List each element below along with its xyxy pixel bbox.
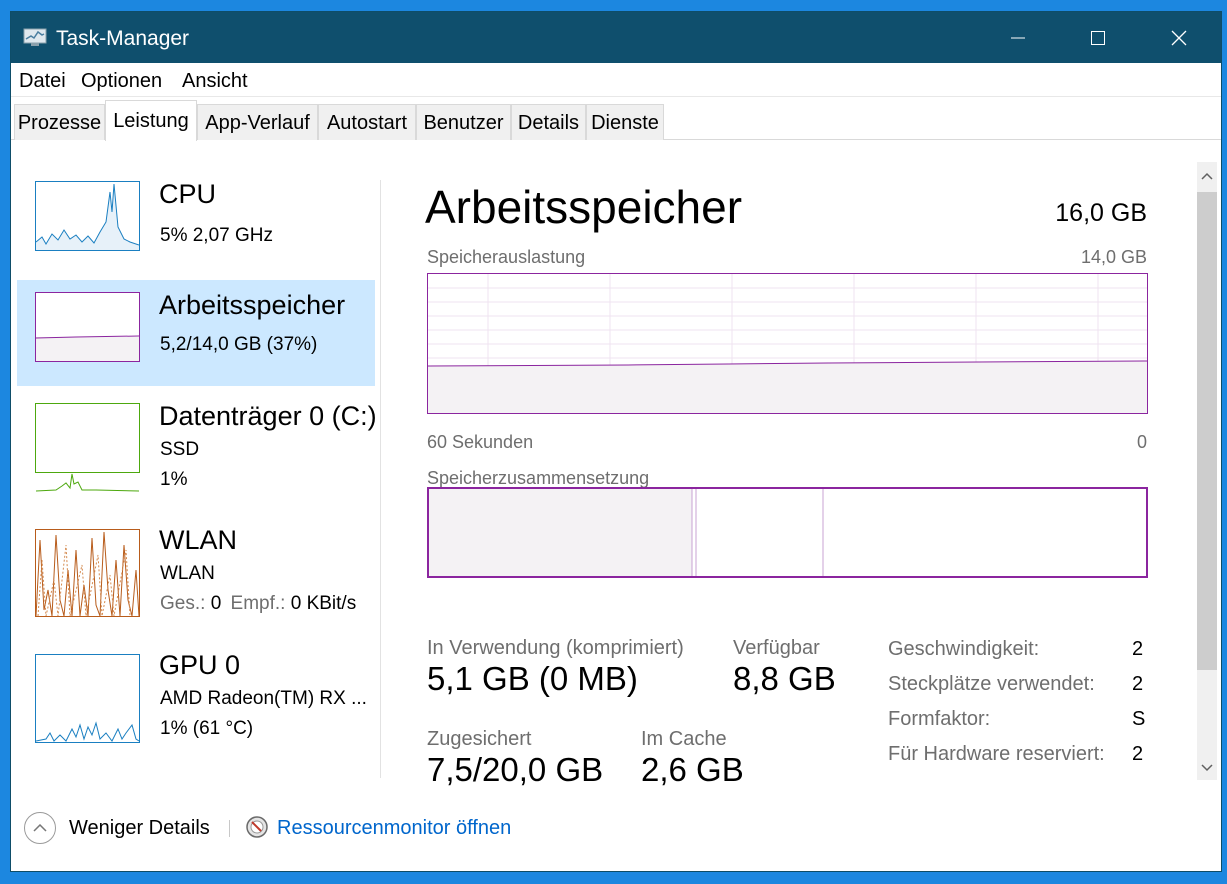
gpu-thumbnail-graph: [35, 654, 140, 743]
graph-axis-right: 0: [1136, 432, 1147, 452]
sidebar-disk-usage: 1%: [160, 469, 188, 490]
close-button[interactable]: [1139, 12, 1219, 63]
cached-value: 2,6 GB: [641, 751, 744, 788]
collapse-chevron-icon[interactable]: [24, 812, 56, 844]
menu-ansicht[interactable]: Ansicht: [182, 70, 248, 93]
sidebar-item-gpu[interactable]: GPU 0 AMD Radeon(TM) RX ... 1% (61 °C): [17, 637, 375, 743]
cpu-thumbnail-graph: [35, 181, 140, 251]
tab-app-verlauf[interactable]: App-Verlauf: [197, 104, 318, 140]
memory-composition-bar: [427, 487, 1148, 578]
sidebar-wlan-title: WLAN: [159, 525, 238, 555]
tab-details[interactable]: Details: [511, 104, 586, 140]
tab-prozesse[interactable]: Prozesse: [14, 104, 105, 140]
maximize-button[interactable]: [1058, 12, 1138, 63]
memory-total: 16,0 GB: [1055, 199, 1147, 227]
performance-panel: CPU 5% 2,07 GHz Arbeitsspeicher 5,2/14,0…: [11, 140, 1221, 788]
sidebar-cpu-title: CPU: [159, 179, 217, 209]
scroll-up-icon: [1201, 172, 1213, 180]
task-manager-app-icon: [23, 26, 49, 48]
prop-formfactor-label: Formfaktor:: [888, 708, 991, 730]
prop-speed-label: Geschwindigkeit:: [888, 638, 1040, 660]
prop-reserved-label: Für Hardware reserviert:: [888, 743, 1105, 765]
prop-slots-label: Steckplätze verwendet:: [888, 673, 1095, 695]
memory-thumbnail-graph: [35, 292, 140, 362]
sidebar-disk-type: SSD: [160, 439, 200, 460]
committed-value: 7,5/20,0 GB: [427, 751, 604, 788]
wlan-receive-label: Empf.:: [230, 593, 286, 614]
tab-benutzer[interactable]: Benutzer: [416, 104, 511, 140]
scrollbar-thumb[interactable]: [1197, 192, 1217, 670]
sidebar-gpu-usage: 1% (61 °C): [160, 718, 254, 739]
maximize-icon: [1091, 30, 1105, 45]
task-manager-window: Task-Manager Datei Optionen Ansicht Proz…: [10, 11, 1222, 872]
footer-bar: Weniger Details Ressourcenmonitor öffnen: [11, 786, 1221, 872]
in-use-value: 5,1 GB (0 MB): [427, 660, 638, 697]
wlan-receive-value: 0 KBit/s: [290, 593, 357, 614]
memory-usage-graph: [427, 273, 1148, 414]
prop-slots-value: 2: [1132, 673, 1144, 695]
title-bar[interactable]: Task-Manager: [11, 12, 1221, 63]
prop-reserved-value: 2: [1132, 743, 1144, 765]
sidebar-divider: [380, 180, 381, 778]
sidebar-gpu-model: AMD Radeon(TM) RX ...: [160, 688, 367, 709]
sidebar-wlan-adapter: WLAN: [160, 563, 215, 584]
in-use-label: In Verwendung (komprimiert): [427, 637, 684, 659]
sidebar-item-wlan[interactable]: WLAN WLAN Ges.: 0 Empf.: 0 KBit/s: [17, 512, 375, 618]
usage-graph-label: Speicherauslastung: [427, 247, 586, 267]
usage-graph-max: 14,0 GB: [1080, 247, 1147, 267]
tab-leistung[interactable]: Leistung: [105, 100, 197, 141]
menu-bar: Datei Optionen Ansicht: [11, 63, 1221, 97]
available-label: Verfügbar: [733, 637, 820, 659]
sidebar-disk-title: Datenträger 0 (C:): [159, 401, 377, 431]
minimize-button[interactable]: [978, 12, 1058, 63]
prop-formfactor-value: S: [1132, 708, 1146, 730]
resource-monitor-icon: [245, 815, 269, 839]
open-resource-monitor-link[interactable]: Ressourcenmonitor öffnen: [277, 817, 511, 840]
sidebar-item-datentraeger[interactable]: Datenträger 0 (C:) SSD 1%: [17, 386, 377, 492]
sidebar-memory-usage: 5,2/14,0 GB (37%): [160, 334, 318, 355]
page-title: Arbeitsspeicher: [425, 181, 743, 233]
close-icon: [1171, 30, 1187, 45]
window-title: Task-Manager: [56, 27, 190, 50]
prop-speed-value: 2: [1132, 638, 1144, 660]
graph-axis-left: 60 Sekunden: [427, 432, 534, 452]
wlan-send-label: Ges.:: [160, 593, 206, 614]
sidebar-cpu-usage: 5% 2,07 GHz: [160, 225, 273, 246]
sidebar-memory-title: Arbeitsspeicher: [159, 290, 346, 320]
wlan-send-value: 0: [210, 593, 222, 614]
tab-bar: Prozesse Leistung App-Verlauf Autostart …: [11, 100, 1221, 141]
menu-datei[interactable]: Datei: [19, 70, 66, 93]
wlan-thumbnail-graph: [35, 529, 140, 617]
tab-autostart[interactable]: Autostart: [318, 104, 416, 140]
vertical-scrollbar[interactable]: [1197, 162, 1217, 780]
sidebar-item-arbeitsspeicher[interactable]: Arbeitsspeicher 5,2/14,0 GB (37%): [17, 280, 375, 386]
cached-label: Im Cache: [641, 728, 727, 750]
sidebar-item-cpu[interactable]: CPU 5% 2,07 GHz: [17, 169, 375, 275]
sidebar-gpu-title: GPU 0: [159, 650, 241, 680]
fewer-details-button[interactable]: Weniger Details: [69, 817, 210, 840]
sidebar-wlan-throughput: Ges.: 0 Empf.: 0 KBit/s: [160, 593, 356, 615]
footer-separator: [229, 820, 230, 837]
scroll-down-icon: [1201, 764, 1213, 772]
disk-thumbnail-graph: [35, 403, 140, 492]
tab-dienste[interactable]: Dienste: [586, 104, 664, 140]
composition-label: Speicherzusammensetzung: [427, 468, 650, 488]
menu-optionen[interactable]: Optionen: [81, 70, 162, 93]
minimize-icon: [1011, 37, 1025, 38]
committed-label: Zugesichert: [427, 728, 532, 750]
available-value: 8,8 GB: [733, 660, 836, 697]
